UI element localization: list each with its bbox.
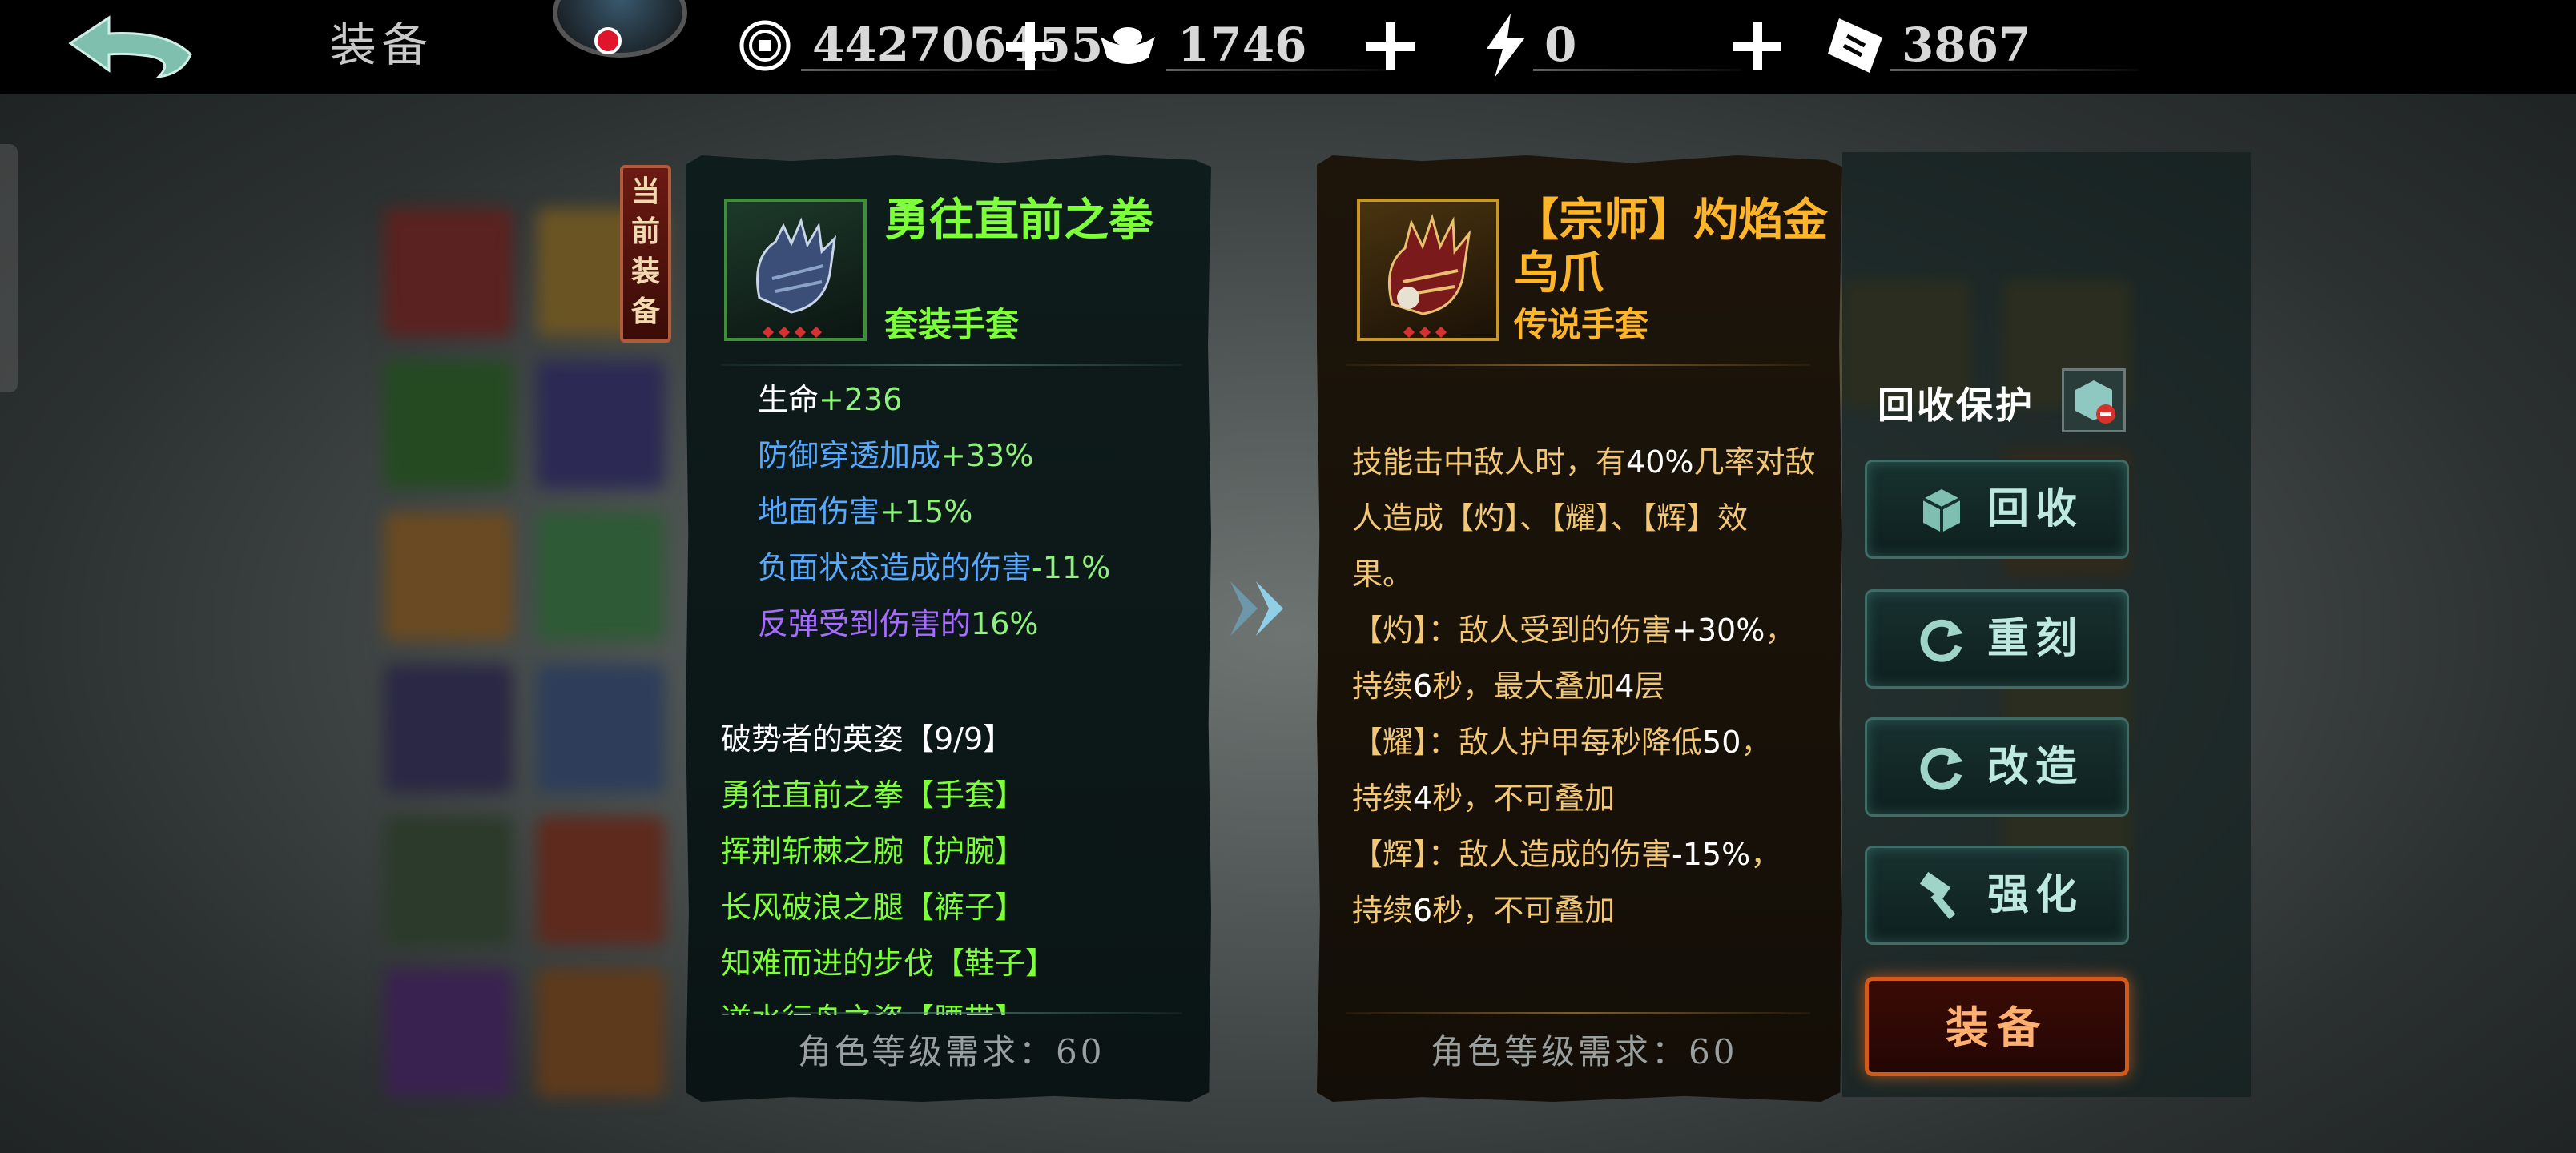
new-item-icon[interactable] xyxy=(1357,199,1499,341)
description-text: 持续 xyxy=(1352,669,1414,704)
description-value: 6 xyxy=(1413,893,1433,928)
stat-row: 地面伤害+15% xyxy=(758,492,972,532)
current-item-requirement: 角色等级需求：60 xyxy=(798,1032,1105,1071)
description-text: 【灼】：敌人受到的伤害 xyxy=(1352,613,1672,648)
add-ingot-button[interactable] xyxy=(1366,22,1415,70)
stat-value: -11% xyxy=(1032,550,1111,585)
stat-row: 防御穿透加成+33% xyxy=(758,436,1033,476)
ticket-underline xyxy=(1890,69,2139,71)
description-text: 持续 xyxy=(1352,893,1414,928)
recycle-label: 回收 xyxy=(1987,484,2084,533)
set-title: 破势者的英姿【9/9】 xyxy=(721,721,1014,757)
stat-value: 16% xyxy=(971,606,1039,641)
set-item: 挥荆斩棘之腕【护腕】 xyxy=(721,834,1026,869)
reengrave-button[interactable]: 重刻 xyxy=(1865,589,2129,689)
description-text: 秒，最大叠加 xyxy=(1432,669,1616,704)
description-text: ， xyxy=(1765,613,1796,648)
stat-value: +236 xyxy=(819,382,903,417)
stat-label: 负面状态造成的伤害 xyxy=(758,550,1032,585)
coin-icon xyxy=(739,19,791,72)
set-item: 知难而进的步伐【鞋子】 xyxy=(721,946,1057,981)
new-item-requirement: 角色等级需求：60 xyxy=(1431,1032,1738,1071)
description-text: 果。 xyxy=(1352,556,1414,592)
description-value: 4 xyxy=(1615,669,1635,704)
side-handle[interactable] xyxy=(0,144,18,392)
current-equipped-label: 当前装备 xyxy=(630,175,660,328)
compare-arrow-icon xyxy=(1226,576,1306,641)
description-text: 【辉】：敌人造成的伤害 xyxy=(1352,837,1672,872)
description-line: 【辉】：敌人造成的伤害-15%， xyxy=(1352,834,1781,874)
stat-value: +15% xyxy=(879,494,973,529)
stat-label: 生命 xyxy=(758,382,819,417)
description-text: 持续 xyxy=(1352,781,1414,816)
recycle-cube-icon xyxy=(1922,489,1961,532)
reengrave-label: 重刻 xyxy=(1987,614,2084,663)
ticket-icon xyxy=(1823,18,1887,73)
description-value: 50 xyxy=(1702,725,1741,760)
recycle-protect-label: 回收保护 xyxy=(1878,384,2035,427)
divider xyxy=(721,364,1182,366)
description-text: 几率对敌 xyxy=(1693,444,1816,480)
description-value: -15% xyxy=(1672,837,1751,872)
description-line: 【耀】：敌人护甲每秒降低50， xyxy=(1352,722,1771,762)
stat-row: 反弹受到伤害的16% xyxy=(758,604,1038,644)
ingot-icon xyxy=(1096,19,1160,72)
description-text: 秒，不可叠加 xyxy=(1432,781,1616,816)
description-value: 6 xyxy=(1413,669,1433,704)
recycle-protect-toggle[interactable] xyxy=(2062,368,2126,432)
refresh-icon xyxy=(1920,747,1963,790)
stat-row: 生命+236 xyxy=(758,380,902,420)
description-line: 持续6秒，不可叠加 xyxy=(1352,890,1615,930)
description-line: 人造成【灼】、【耀】、【辉】效 xyxy=(1352,498,1748,538)
description-value: +30% xyxy=(1672,613,1765,648)
description-value: 4 xyxy=(1413,781,1433,816)
divider xyxy=(1346,364,1810,366)
refresh-icon xyxy=(1920,619,1963,662)
description-text: 【耀】：敌人护甲每秒降低 xyxy=(1352,725,1703,760)
current-item-icon[interactable] xyxy=(724,199,867,341)
stat-label: 反弹受到伤害的 xyxy=(758,606,972,641)
current-item-name: 勇往直前之拳 xyxy=(884,194,1153,247)
current-item-type: 套装手套 xyxy=(884,305,1020,344)
stat-row: 负面状态造成的伤害-11% xyxy=(758,548,1110,588)
lightning-icon xyxy=(1479,14,1532,78)
divider xyxy=(721,1012,1182,1014)
description-text: ， xyxy=(1750,837,1781,872)
stat-value: +33% xyxy=(940,438,1034,473)
description-line: 果。 xyxy=(1352,554,1413,594)
description-line: 【灼】：敌人受到的伤害+30%， xyxy=(1352,610,1795,650)
description-line: 持续6秒，最大叠加4层 xyxy=(1352,666,1664,706)
description-value: 40% xyxy=(1626,444,1694,480)
modify-button[interactable]: 改造 xyxy=(1865,717,2129,817)
recycle-button[interactable]: 回收 xyxy=(1865,460,2129,559)
divider xyxy=(1346,1012,1810,1014)
set-item: 长风破浪之腿【裤子】 xyxy=(721,890,1026,925)
description-text: ， xyxy=(1741,725,1772,760)
enhance-button[interactable]: 强化 xyxy=(1865,846,2129,945)
description-text: 秒，不可叠加 xyxy=(1432,893,1616,928)
new-item-name: 【宗师】灼焰金乌爪 xyxy=(1514,194,1828,299)
stat-label: 防御穿透加成 xyxy=(758,438,941,473)
hammer-icon xyxy=(1919,871,1956,920)
new-item-type: 传说手套 xyxy=(1514,305,1649,344)
notification-dot xyxy=(594,27,622,54)
description-text: 层 xyxy=(1634,669,1665,704)
add-stamina-button[interactable] xyxy=(1733,22,1781,70)
modify-label: 改造 xyxy=(1987,742,2084,791)
back-arrow-icon[interactable] xyxy=(62,13,199,85)
stamina-underline xyxy=(1533,69,1741,71)
description-text: 人造成【灼】、【耀】、【辉】效 xyxy=(1352,500,1749,536)
description-line: 技能击中敌人时，有40%几率对敌 xyxy=(1352,442,1816,482)
description-text: 技能击中敌人时，有 xyxy=(1352,444,1627,480)
set-item: 勇往直前之拳【手套】 xyxy=(721,777,1026,813)
enhance-label: 强化 xyxy=(1987,870,2084,919)
add-coin-button[interactable] xyxy=(1006,22,1054,70)
equip-button[interactable]: 装备 xyxy=(1865,977,2129,1076)
ingot-underline xyxy=(1166,69,1391,71)
stat-label: 地面伤害 xyxy=(758,494,880,529)
page-title: 装备 xyxy=(330,18,433,72)
equip-label: 装备 xyxy=(1946,1002,2048,1053)
description-line: 持续4秒，不可叠加 xyxy=(1352,778,1615,818)
